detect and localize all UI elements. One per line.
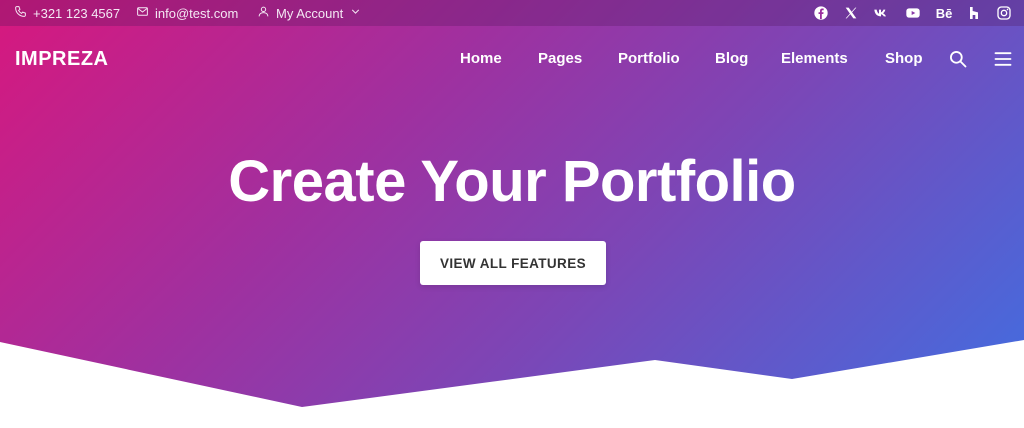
instagram-icon[interactable] (993, 0, 1015, 26)
nav-elements[interactable]: Elements (781, 50, 848, 67)
mail-icon (136, 5, 149, 21)
nav-pages[interactable]: Pages (538, 50, 582, 67)
site-logo[interactable]: IMPREZA (15, 48, 109, 71)
view-all-features-button[interactable]: VIEW ALL FEATURES (420, 241, 606, 285)
youtube-icon[interactable] (902, 0, 924, 26)
email-address: info@test.com (155, 5, 239, 21)
hero-bottom-divider (0, 340, 1024, 428)
x-icon[interactable] (840, 0, 862, 26)
phone-link[interactable]: +321 123 4567 (14, 0, 120, 26)
phone-number: +321 123 4567 (33, 5, 121, 21)
nav-portfolio[interactable]: Portfolio (618, 50, 680, 67)
phone-icon (14, 5, 27, 21)
behance-icon[interactable]: Bē (933, 0, 955, 26)
nav-shop[interactable]: Shop (885, 50, 923, 67)
houzz-icon[interactable] (963, 0, 985, 26)
email-link[interactable]: info@test.com (136, 0, 238, 26)
facebook-icon[interactable] (810, 0, 832, 26)
vk-icon[interactable] (870, 0, 892, 26)
user-icon (257, 5, 270, 21)
hero-title: Create Your Portfolio (228, 149, 796, 214)
menu-icon[interactable] (993, 49, 1013, 69)
nav-home[interactable]: Home (460, 50, 502, 67)
search-icon[interactable] (948, 49, 968, 69)
chevron-down-icon (349, 5, 362, 21)
top-bar: +321 123 4567 info@test.com My Account B… (0, 0, 1024, 26)
account-dropdown[interactable]: My Account (257, 0, 362, 26)
account-label: My Account (276, 5, 344, 21)
nav-blog[interactable]: Blog (715, 50, 748, 67)
